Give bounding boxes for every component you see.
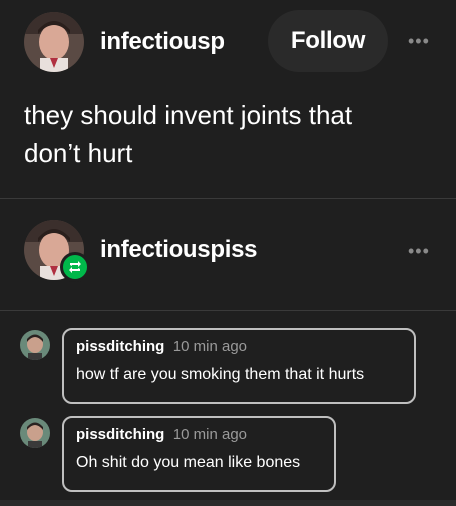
divider [0,198,456,199]
follow-button[interactable]: Follow [268,10,388,72]
post-body-line: they should invent joints that [24,100,353,130]
reply-text: how tf are you smoking them that it hurt… [76,366,365,383]
divider [0,310,456,311]
reply-timestamp: 10 min ago [172,426,248,443]
more-horizontal-icon[interactable]: ••• [408,242,430,260]
reply-username[interactable]: pissditching [76,426,164,443]
reply-username[interactable]: pissditching [76,338,164,355]
post-body: they should invent joints that don’t hur… [24,96,434,172]
reply-bubble: pissditching 10 min ago how tf are you s… [62,328,416,404]
post-body-line: don’t hurt [24,138,133,168]
more-horizontal-icon[interactable]: ••• [408,32,430,50]
post-header: infectiousp Follow ••• [0,0,456,82]
reply-timestamp: 10 min ago [172,338,248,355]
bottom-bar [0,500,456,506]
post-username[interactable]: infectiousp [100,28,225,56]
reblog-username[interactable]: infectiouspiss [100,236,257,264]
reply-bubble: pissditching 10 min ago Oh shit do you m… [62,416,336,492]
reblog-icon [60,252,90,282]
post-avatar[interactable] [24,12,84,72]
reply-text: Oh shit do you mean like bones [76,454,301,471]
reply-avatar[interactable] [20,418,50,448]
reply-avatar[interactable] [20,330,50,360]
